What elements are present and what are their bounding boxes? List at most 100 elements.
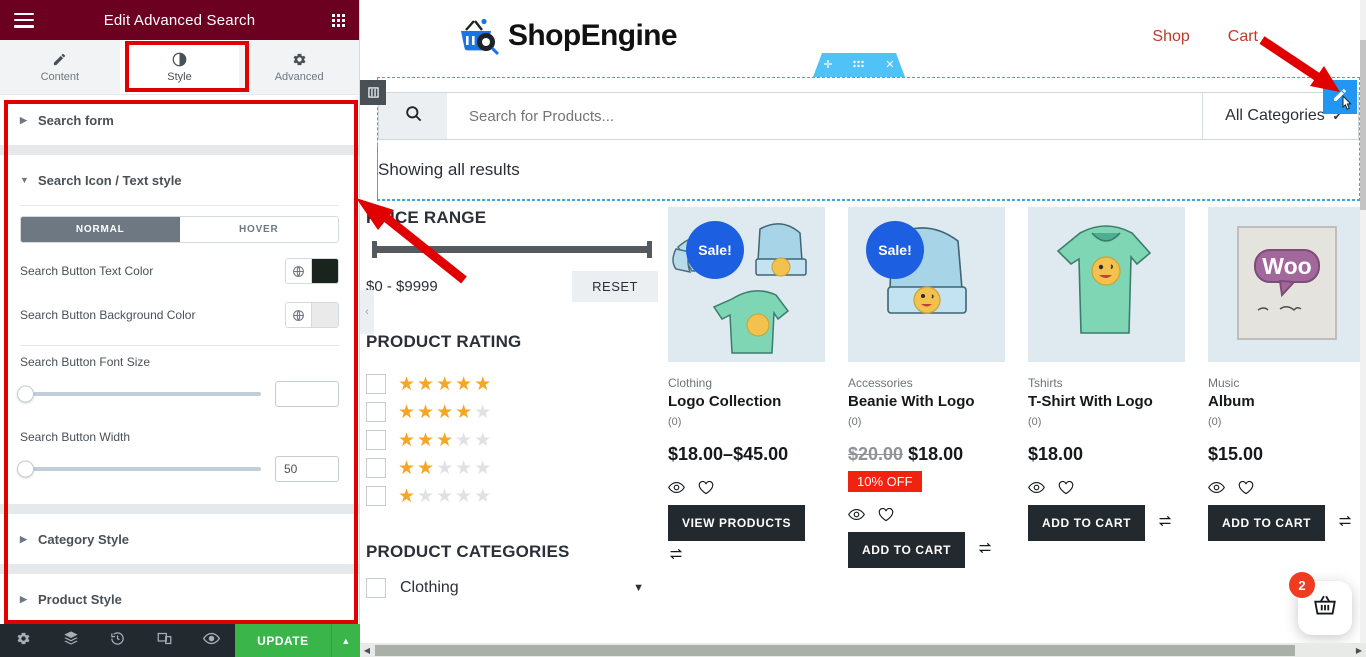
rating-checkbox-4[interactable] bbox=[366, 402, 386, 422]
price-row: $0 - $9999 RESET bbox=[366, 271, 658, 302]
section-divider bbox=[0, 504, 359, 514]
close-section-icon[interactable]: ✕ bbox=[885, 60, 894, 71]
product-name[interactable]: Album bbox=[1208, 393, 1365, 410]
floating-cart-button[interactable]: 2 bbox=[1289, 572, 1352, 635]
preview-vertical-scrollbar[interactable] bbox=[1360, 0, 1366, 643]
product-name[interactable]: Beanie With Logo bbox=[848, 393, 1005, 410]
quick-view-eye-icon[interactable] bbox=[668, 481, 685, 499]
price-slider-handle-max[interactable] bbox=[647, 241, 652, 258]
tab-style[interactable]: Style bbox=[119, 40, 240, 94]
font-size-slider[interactable] bbox=[18, 386, 261, 402]
rating-filter-row[interactable]: ★ ★ ★ ★ ★ bbox=[366, 482, 658, 510]
product-thumbnail[interactable]: Sale! bbox=[668, 207, 825, 362]
responsive-mode-icon[interactable] bbox=[141, 631, 188, 651]
color-swatch[interactable] bbox=[312, 303, 338, 327]
add-to-cart-button[interactable]: ADD TO CART bbox=[1028, 505, 1146, 541]
add-section-icon[interactable]: ✛ bbox=[823, 60, 832, 71]
rating-filter-row[interactable]: ★ ★ ★ ★ ★ bbox=[366, 370, 658, 398]
global-colors-icon[interactable] bbox=[286, 303, 312, 327]
section-category-style[interactable]: ▶ Category Style bbox=[0, 514, 359, 564]
rating-checkbox-5[interactable] bbox=[366, 374, 386, 394]
width-slider[interactable] bbox=[18, 461, 261, 477]
category-checkbox-clothing[interactable] bbox=[366, 578, 386, 598]
update-options-caret-icon[interactable]: ▲ bbox=[330, 624, 361, 657]
font-size-input[interactable] bbox=[275, 381, 339, 407]
history-icon[interactable] bbox=[94, 631, 141, 651]
section-product-style[interactable]: ▶ Product Style bbox=[0, 574, 359, 624]
control-label: Search Button Text Color bbox=[20, 264, 154, 278]
section-category-style-label: Category Style bbox=[38, 531, 130, 547]
color-swatch[interactable] bbox=[312, 259, 338, 283]
cart-count-badge: 2 bbox=[1289, 572, 1315, 598]
widget-grip-handle-icon[interactable] bbox=[360, 80, 386, 105]
edit-widget-button[interactable] bbox=[1323, 80, 1357, 114]
compare-swap-icon[interactable] bbox=[977, 541, 993, 560]
wishlist-heart-icon[interactable] bbox=[698, 480, 714, 499]
slider-handle[interactable] bbox=[18, 386, 33, 402]
product-card: Sale! Accessories Beanie With Logo (0) $… bbox=[848, 207, 1005, 568]
view-products-button[interactable]: VIEW PRODUCTS bbox=[668, 505, 806, 541]
compare-swap-icon[interactable] bbox=[1337, 514, 1353, 533]
tab-advanced[interactable]: Advanced bbox=[239, 40, 359, 94]
product-category: Music bbox=[1208, 376, 1240, 390]
product-thumbnail[interactable]: Woo bbox=[1208, 207, 1365, 362]
section-search-form[interactable]: ▶ Search form bbox=[0, 95, 359, 145]
price-range-slider[interactable] bbox=[372, 241, 652, 258]
add-to-cart-button[interactable]: ADD TO CART bbox=[1208, 505, 1326, 541]
scrollbar-thumb[interactable] bbox=[375, 644, 1295, 656]
color-picker-background[interactable] bbox=[285, 302, 339, 328]
grid-apps-icon[interactable] bbox=[332, 13, 345, 27]
section-product-style-label: Product Style bbox=[38, 591, 122, 607]
chevron-down-icon[interactable]: ▼ bbox=[633, 582, 644, 594]
compare-swap-icon[interactable] bbox=[1157, 514, 1173, 533]
navigator-layers-icon[interactable] bbox=[47, 630, 94, 651]
wishlist-heart-icon[interactable] bbox=[1238, 480, 1254, 499]
scrollbar-thumb[interactable] bbox=[1360, 40, 1366, 210]
state-tab-hover[interactable]: HOVER bbox=[179, 217, 338, 242]
product-thumbnail[interactable]: Sale! bbox=[848, 207, 1005, 362]
global-colors-icon[interactable] bbox=[286, 259, 312, 283]
reset-filters-button[interactable]: RESET bbox=[572, 271, 658, 302]
product-price: $18.00 bbox=[908, 444, 964, 464]
search-input[interactable] bbox=[447, 93, 1203, 139]
preview-eye-icon[interactable] bbox=[188, 630, 235, 652]
nav-link-cart[interactable]: Cart bbox=[1228, 28, 1258, 46]
results-count-text: Showing all results bbox=[378, 160, 520, 179]
product-thumbnail[interactable] bbox=[1028, 207, 1185, 362]
tab-content[interactable]: Content bbox=[0, 40, 120, 94]
rating-filter-row[interactable]: ★ ★ ★ ★ ★ bbox=[366, 426, 658, 454]
rating-filter-row[interactable]: ★ ★ ★ ★ ★ bbox=[366, 454, 658, 482]
update-button[interactable]: UPDATE bbox=[235, 624, 331, 657]
wishlist-heart-icon[interactable] bbox=[1058, 480, 1074, 499]
price-slider-handle-min[interactable] bbox=[372, 241, 377, 258]
all-categories-label: All Categories bbox=[1225, 107, 1325, 124]
settings-gear-icon[interactable] bbox=[0, 631, 47, 651]
product-name[interactable]: T-Shirt With Logo bbox=[1028, 393, 1185, 410]
color-picker-text[interactable] bbox=[285, 258, 339, 284]
filters-sidebar: PRICE RANGE $0 - $9999 RESET PRODUCT RAT… bbox=[366, 208, 658, 598]
rating-checkbox-2[interactable] bbox=[366, 458, 386, 478]
quick-view-eye-icon[interactable] bbox=[1208, 481, 1225, 499]
rating-filter-row[interactable]: ★ ★ ★ ★ ★ bbox=[366, 398, 658, 426]
filters-collapse-toggle[interactable]: ‹ bbox=[360, 290, 374, 334]
section-search-icon-text-style[interactable]: ▼ Search Icon / Text style bbox=[0, 155, 359, 205]
quick-view-eye-icon[interactable] bbox=[1028, 481, 1045, 499]
width-input[interactable]: 50 bbox=[275, 456, 339, 482]
quick-view-eye-icon[interactable] bbox=[848, 508, 865, 526]
compare-swap-icon[interactable] bbox=[668, 548, 684, 565]
slider-handle[interactable] bbox=[18, 461, 33, 477]
state-tab-normal[interactable]: NORMAL bbox=[21, 217, 180, 242]
horizontal-scrollbar[interactable]: ◀ ▶ bbox=[360, 643, 1366, 657]
hamburger-menu-icon[interactable] bbox=[14, 12, 34, 28]
rating-checkbox-1[interactable] bbox=[366, 486, 386, 506]
scroll-left-arrow-icon[interactable]: ◀ bbox=[360, 646, 374, 655]
nav-link-shop[interactable]: Shop bbox=[1152, 28, 1189, 46]
product-name[interactable]: Logo Collection bbox=[668, 393, 825, 410]
search-button[interactable] bbox=[379, 93, 447, 139]
add-to-cart-button[interactable]: ADD TO CART bbox=[848, 532, 966, 568]
wishlist-heart-icon[interactable] bbox=[878, 507, 894, 526]
scroll-right-arrow-icon[interactable]: ▶ bbox=[1352, 646, 1366, 655]
section-handle-grid-icon[interactable] bbox=[853, 60, 864, 71]
rating-checkbox-3[interactable] bbox=[366, 430, 386, 450]
category-filter-row[interactable]: Clothing ▼ bbox=[366, 578, 658, 598]
